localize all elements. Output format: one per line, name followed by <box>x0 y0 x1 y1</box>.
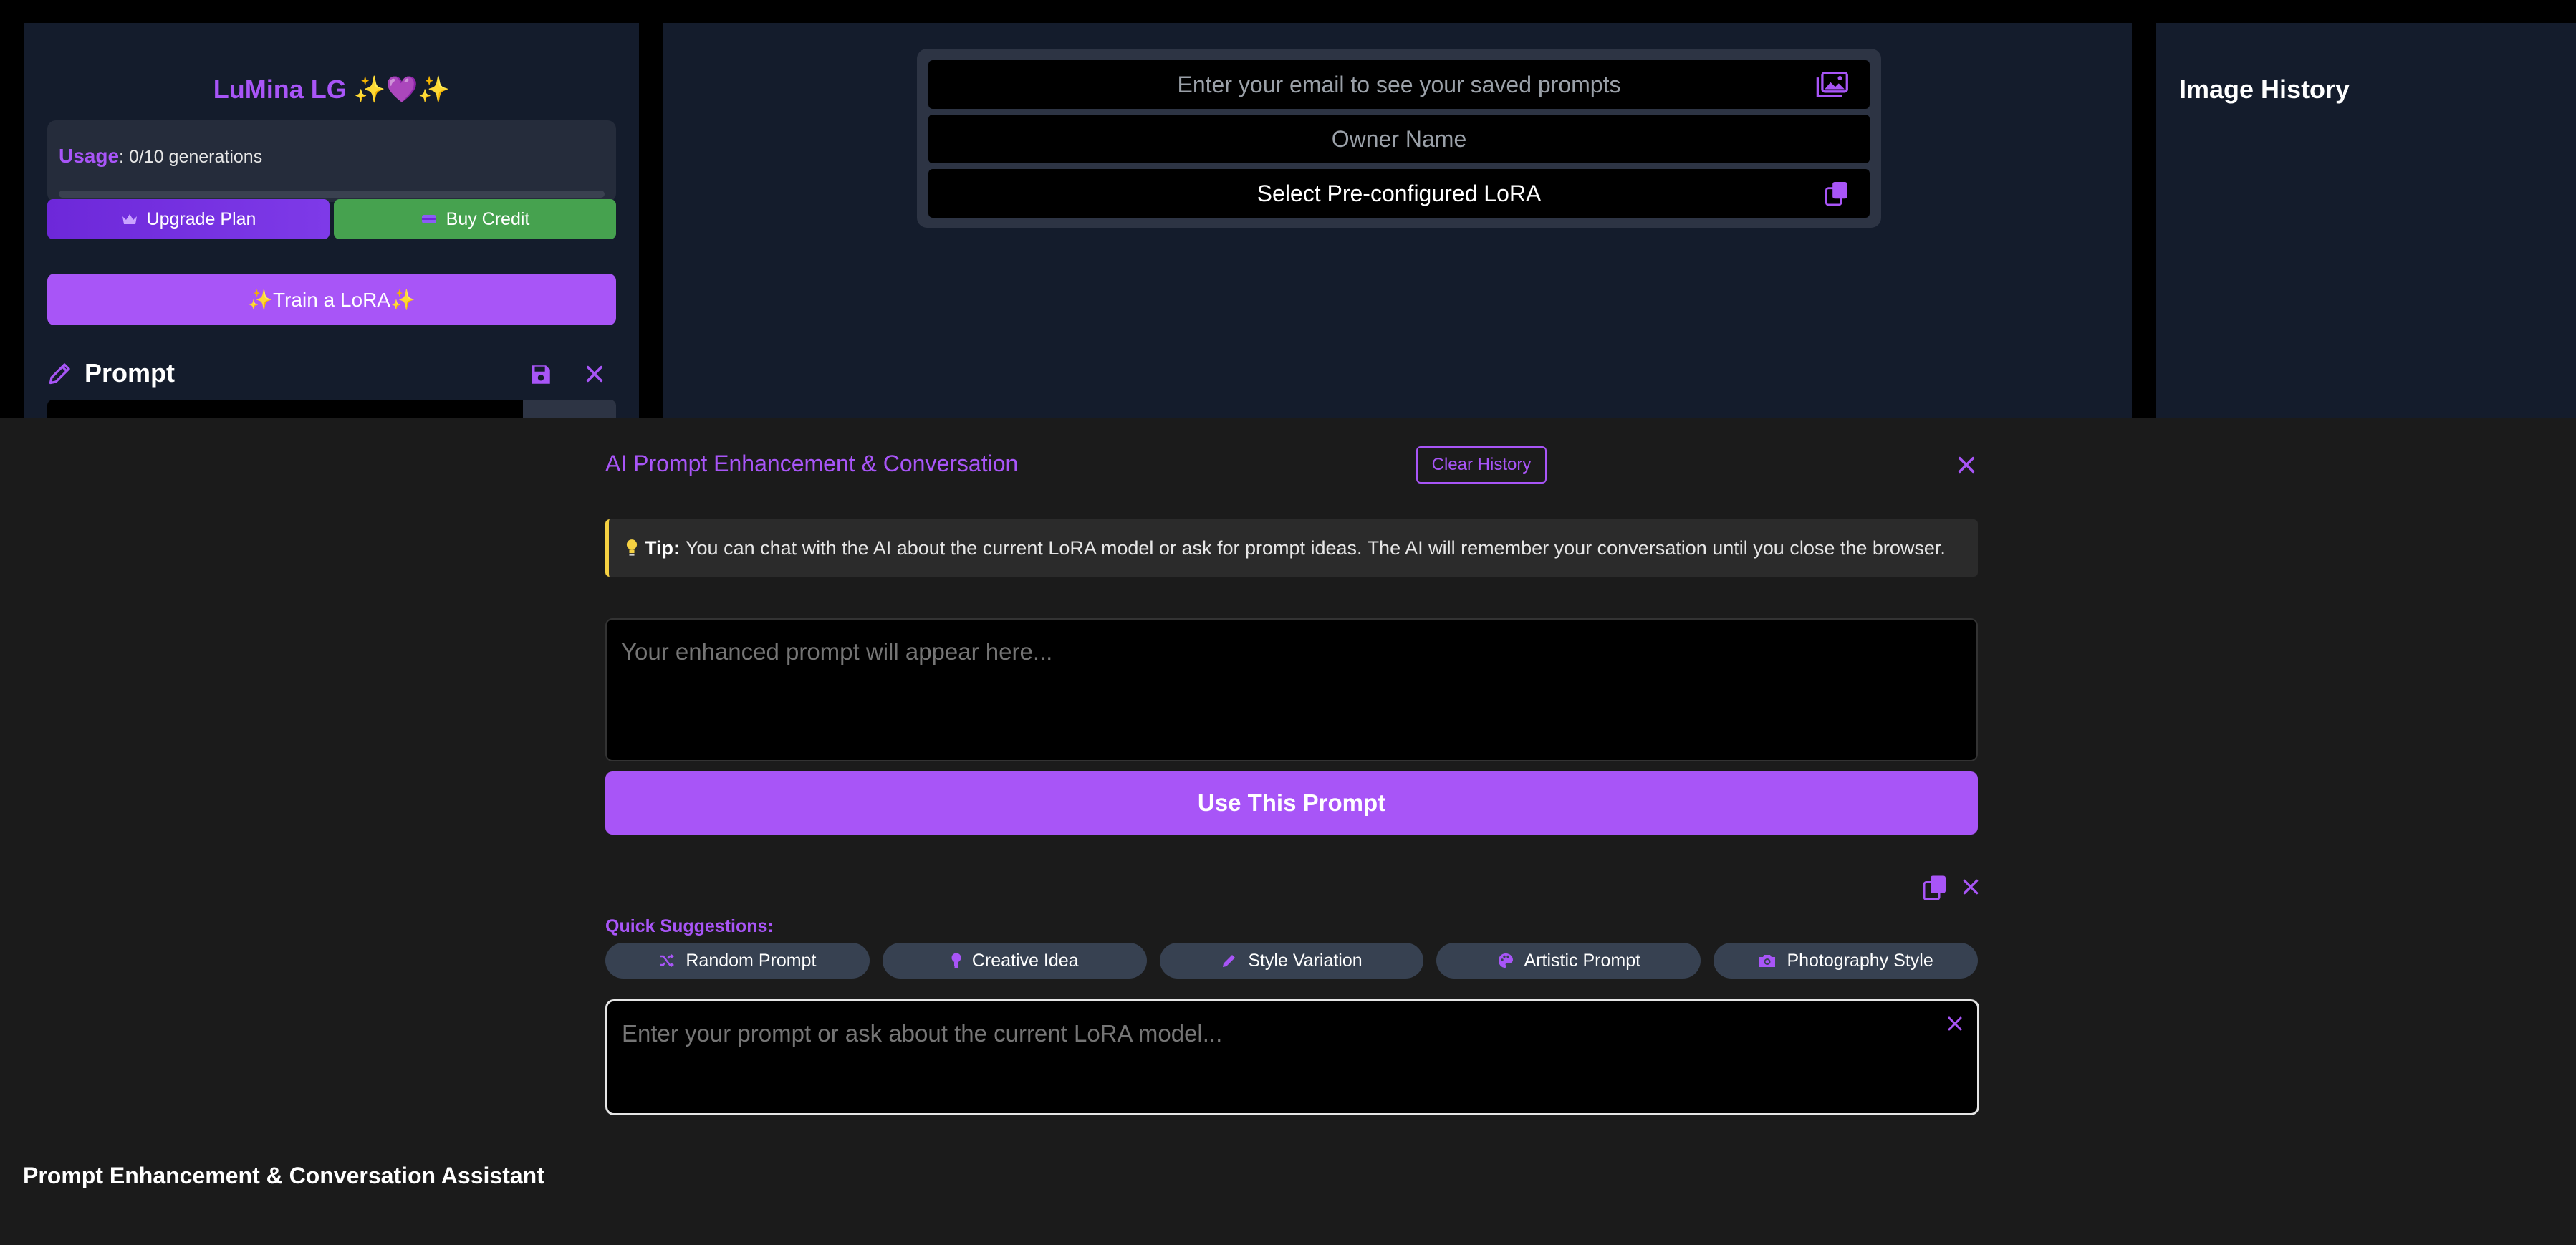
close-icon[interactable] <box>1956 455 1976 475</box>
email-field[interactable]: Enter your email to see your saved promp… <box>928 60 1870 109</box>
image-history-panel: Image History <box>2156 23 2576 424</box>
suggestion-random-prompt[interactable]: Random Prompt <box>605 943 870 979</box>
buy-credit-label: Buy Credit <box>446 208 530 229</box>
prompt-label: Prompt <box>85 358 175 388</box>
images-icon[interactable] <box>1815 72 1848 97</box>
top-area: LuMina LG ✨💜✨ Usage: 0/10 generations Up… <box>0 0 2576 424</box>
close-icon[interactable] <box>1961 878 1980 896</box>
clear-history-button[interactable]: Clear History <box>1416 446 1547 484</box>
lora-select-value: Select Pre-configured LoRA <box>1256 180 1542 206</box>
quick-suggestions-label: Quick Suggestions: <box>605 916 774 936</box>
brand-title: LuMina LG ✨💜✨ <box>213 74 451 104</box>
camera-icon <box>1758 953 1777 968</box>
save-icon[interactable] <box>529 362 553 387</box>
owner-name-field[interactable]: Owner Name <box>928 115 1870 163</box>
buy-credit-button[interactable]: Buy Credit <box>334 199 616 239</box>
chat-input[interactable] <box>605 999 1979 1115</box>
email-field-placeholder: Enter your email to see your saved promp… <box>1177 71 1621 97</box>
usage-progress-bar <box>59 191 605 198</box>
tip-label: Tip: <box>645 537 680 559</box>
lightbulb-icon <box>951 952 962 969</box>
tip-banner: Tip: You can chat with the AI about the … <box>605 519 1978 577</box>
usage-text: Usage: 0/10 generations <box>59 145 262 168</box>
palette-icon <box>1497 952 1514 969</box>
pencil-icon <box>47 360 73 386</box>
lightbulb-icon <box>625 539 639 557</box>
sidebar: LuMina LG ✨💜✨ Usage: 0/10 generations Up… <box>24 23 639 424</box>
copy-icon[interactable] <box>1825 181 1848 206</box>
use-this-prompt-button[interactable]: Use This Prompt <box>605 771 1978 835</box>
coins-icon <box>420 212 438 226</box>
suggestion-photography-style[interactable]: Photography Style <box>1714 943 1978 979</box>
enhanced-prompt-output[interactable] <box>605 618 1978 761</box>
pencil-icon <box>1221 952 1238 969</box>
suggestion-label: Random Prompt <box>686 950 817 971</box>
close-icon[interactable] <box>585 364 605 384</box>
suggestion-label: Creative Idea <box>971 950 1079 971</box>
suggestion-style-variation[interactable]: Style Variation <box>1159 943 1424 979</box>
copy-icon[interactable] <box>1923 875 1947 900</box>
shuffle-icon <box>658 953 676 968</box>
image-history-title: Image History <box>2179 74 2350 104</box>
suggestion-creative-idea[interactable]: Creative Idea <box>882 943 1147 979</box>
upgrade-plan-label: Upgrade Plan <box>146 208 256 229</box>
panel-title: AI Prompt Enhancement & Conversation <box>605 451 1019 476</box>
suggestion-label: Artistic Prompt <box>1524 950 1641 971</box>
lora-select[interactable]: Select Pre-configured LoRA <box>928 169 1870 218</box>
usage-box: Usage: 0/10 generations <box>47 120 616 202</box>
suggestion-label: Style Variation <box>1248 950 1363 971</box>
clear-input-icon[interactable] <box>1946 1015 1964 1032</box>
crown-icon <box>121 212 138 226</box>
tip-text: You can chat with the AI about the curre… <box>686 537 1946 559</box>
train-lora-button[interactable]: ✨Train a LoRA✨ <box>47 274 616 325</box>
lora-form-card: Enter your email to see your saved promp… <box>917 49 1881 228</box>
usage-count: : 0/10 generations <box>119 147 263 167</box>
prompt-header: Prompt <box>47 358 175 388</box>
quick-suggestions: Random Prompt Creative Idea Style Variat… <box>605 943 1978 979</box>
owner-name-placeholder: Owner Name <box>1331 125 1467 152</box>
usage-label: Usage <box>59 145 120 167</box>
assistant-label: Prompt Enhancement & Conversation Assist… <box>23 1163 544 1188</box>
upgrade-plan-button[interactable]: Upgrade Plan <box>47 199 330 239</box>
main-content: Enter your email to see your saved promp… <box>663 23 2132 424</box>
suggestion-label: Photography Style <box>1787 950 1933 971</box>
suggestion-artistic-prompt[interactable]: Artistic Prompt <box>1436 943 1701 979</box>
prompt-enhancement-panel: AI Prompt Enhancement & Conversation Cle… <box>0 418 2576 1245</box>
